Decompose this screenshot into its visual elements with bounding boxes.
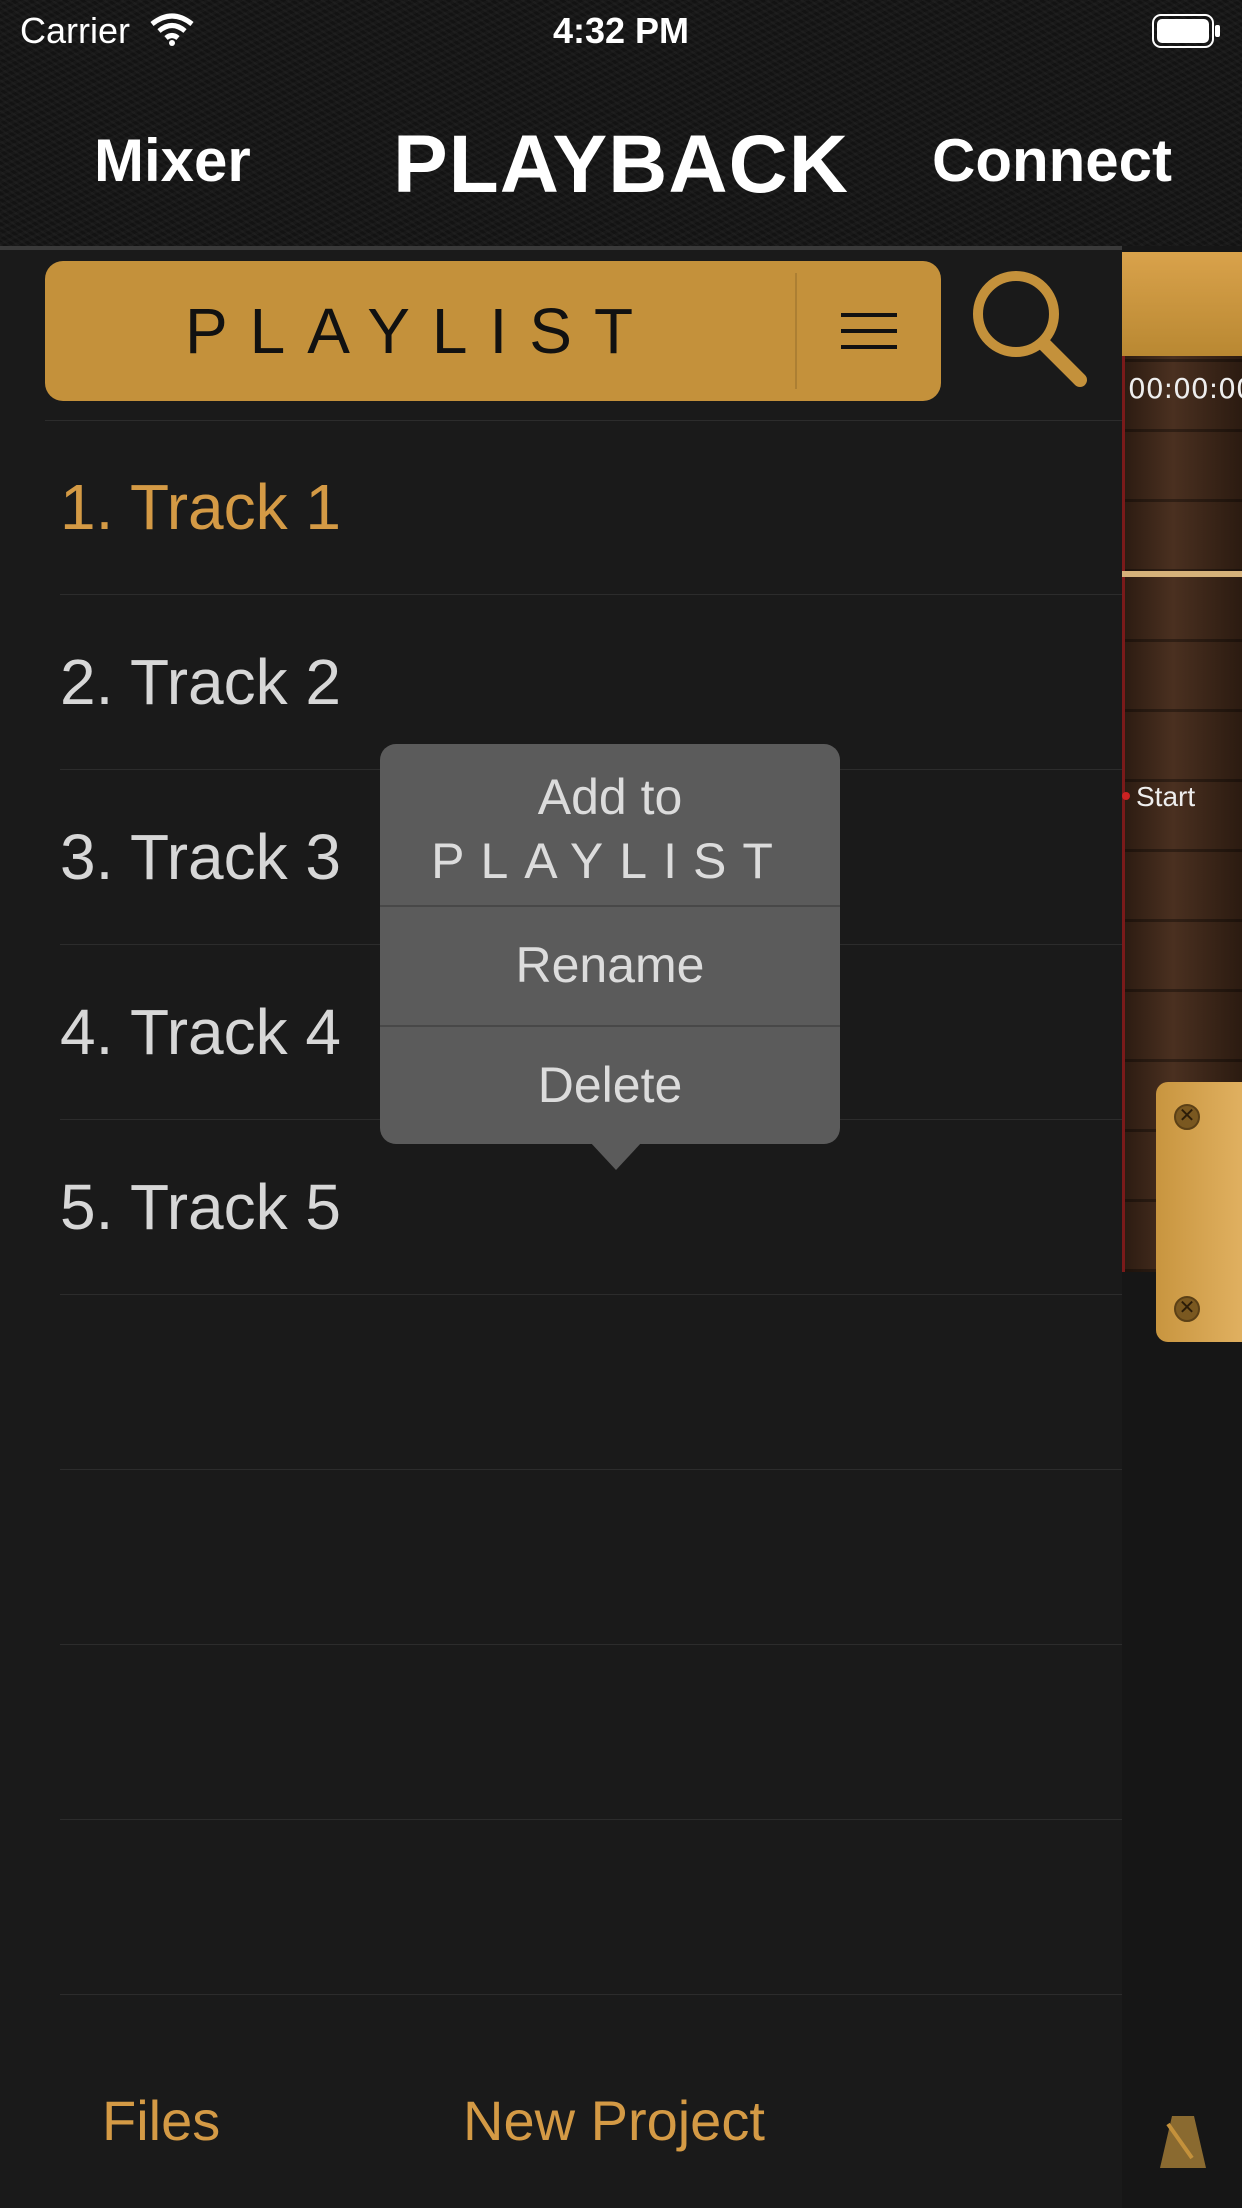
waveform [1122, 571, 1242, 577]
connect-button[interactable]: Connect [932, 126, 1172, 195]
clock: 4:32 PM [552, 10, 690, 51]
search-icon[interactable] [968, 266, 1088, 391]
track-list: 1. Track 1 2. Track 2 3. Track 3 4. Trac… [60, 420, 1122, 1995]
brass-plate: ✕ ✕ [1156, 1082, 1242, 1342]
screw-icon: ✕ [1174, 1104, 1200, 1130]
files-button[interactable]: Files [102, 2088, 220, 2153]
metronome-icon[interactable] [1158, 2114, 1208, 2175]
time-readout: 00:00:00 [1128, 372, 1242, 405]
list-item[interactable]: 1. Track 1 [60, 420, 1122, 595]
add-to-playlist-label[interactable]: Add to [380, 768, 840, 826]
list-item-empty [60, 1295, 1122, 1470]
header: Carrier 4:32 PM Mixer PLAYBACK Connect [0, 0, 1242, 250]
divider [380, 905, 840, 907]
battery-icon [1152, 14, 1222, 53]
list-item-empty [60, 1645, 1122, 1820]
waveform-panel: 00:00:00 Start ✕ ✕ [1122, 246, 1242, 2208]
hamburger-icon[interactable] [797, 261, 941, 401]
context-menu: Add to PLAYLIST Rename Delete [380, 744, 840, 1170]
screw-icon: ✕ [1174, 1296, 1200, 1322]
start-marker-icon [1122, 792, 1130, 800]
divider [380, 1025, 840, 1027]
new-project-button[interactable]: New Project [463, 2088, 765, 2153]
delete-button[interactable]: Delete [380, 1056, 840, 1114]
popup-arrow [590, 1142, 642, 1170]
start-marker-label: Start [1136, 781, 1196, 812]
playlist-label[interactable]: PLAYLIST [45, 261, 795, 401]
playlist-bar[interactable]: PLAYLIST [45, 261, 941, 401]
list-item-empty [60, 1820, 1122, 1995]
panel-header [1122, 252, 1242, 356]
rename-button[interactable]: Rename [380, 936, 840, 994]
add-to-playlist-sublabel[interactable]: PLAYLIST [380, 832, 840, 890]
status-bar: Carrier 4:32 PM [0, 0, 1242, 62]
list-item-empty [60, 1470, 1122, 1645]
